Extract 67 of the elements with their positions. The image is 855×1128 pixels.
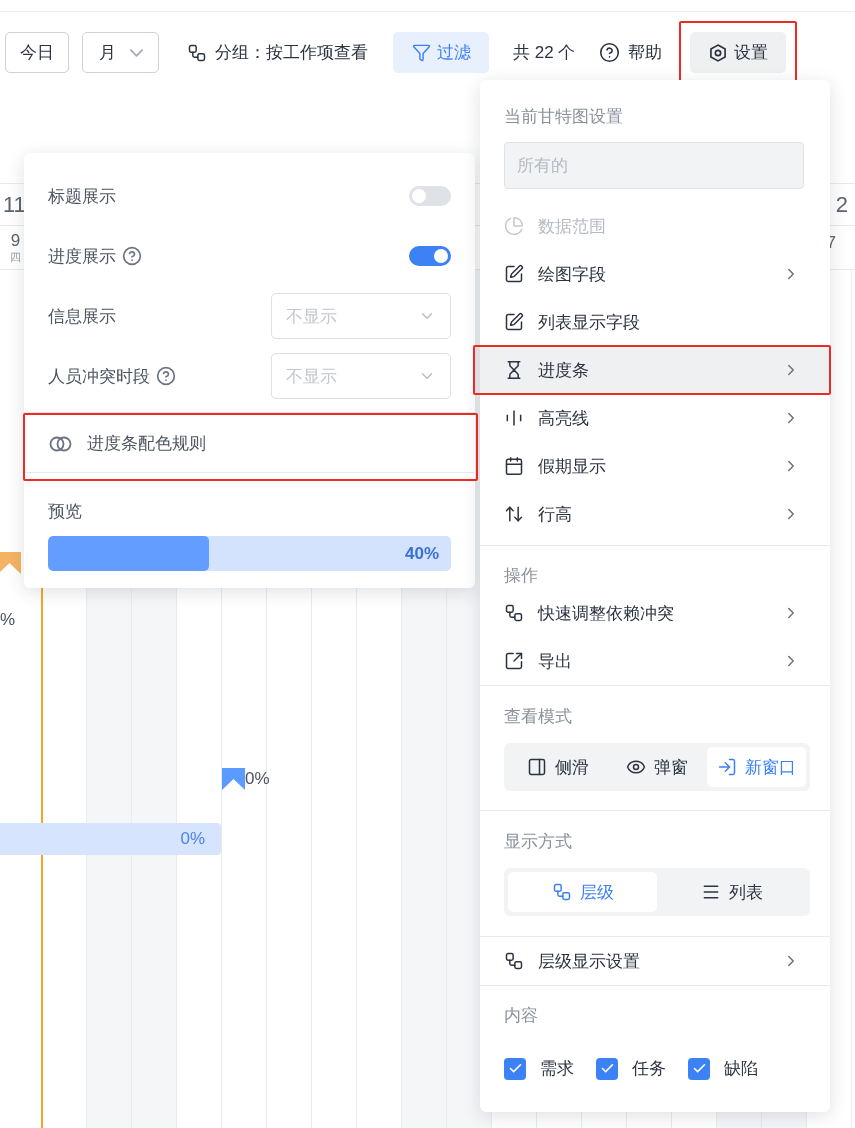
checkbox[interactable] [596,1057,618,1080]
section-title: 操作 [504,565,538,587]
overlapping-circles-icon [49,435,73,452]
chevron-down-icon [129,48,143,57]
toggle-switch[interactable] [409,246,451,266]
menu-item[interactable]: 列表显示字段 [480,298,830,346]
menu-item[interactable]: 导出 [480,637,830,685]
segment-option[interactable]: 侧滑 [508,747,608,787]
eye-icon [626,757,646,777]
menu-item[interactable]: 行高 [480,490,830,538]
menu-title: 当前甘特图设置 [504,106,624,128]
progress-reading: 40% [404,543,439,564]
checkbox-label: 任务 [632,1058,666,1080]
up-down-arrows-icon [504,504,524,524]
setting-label: 人员冲突时段 [48,365,150,388]
vertical-lines-icon [504,408,524,428]
segment-option[interactable]: 层级 [508,872,657,912]
hourglass-icon [504,360,524,380]
help-icon[interactable] [599,42,621,63]
progress-label: 0% [245,769,270,789]
preview-title: 预览 [48,501,83,523]
segment-option[interactable]: 弹窗 [607,747,707,787]
toggle-switch[interactable] [409,186,451,206]
segment-option[interactable]: 新窗口 [706,747,806,787]
segment-option[interactable]: 列表 [657,872,806,912]
section-title: 内容 [504,1005,538,1027]
group-by-label[interactable]: 分组：按工作项查看 [215,41,368,64]
setting-label: 进度展示 [48,245,116,268]
item-count: 共 22 个 [513,42,576,64]
scope-field[interactable]: 所有的 [504,142,804,189]
checkbox[interactable] [688,1057,710,1080]
help-link[interactable]: 帮助 [628,41,663,64]
nodes-icon [504,603,524,623]
edit-icon [504,312,524,332]
section-title: 显示方式 [504,831,572,853]
weekday-label: 四 [10,252,21,263]
enter-icon [716,757,737,777]
group-icon [187,42,207,63]
external-link-icon [504,651,524,671]
menu-item[interactable]: 快速调整依赖冲突 [480,589,830,637]
color-rule-item[interactable]: 进度条配色规则 [25,415,474,473]
pie-chart-icon [504,216,524,236]
checkbox[interactable] [504,1057,526,1080]
hierarchy-icon [551,882,572,902]
filter-icon [411,43,431,62]
menu-item[interactable]: 绘图字段 [480,250,830,298]
section-title: 查看模式 [504,706,572,728]
progress-label: % [0,610,16,630]
menu-item[interactable]: 层级显示设置 [480,937,830,985]
checkbox-label: 缺陷 [724,1058,758,1080]
hierarchy-icon [504,951,524,971]
setting-label: 标题展示 [48,185,116,208]
today-button[interactable]: 今日 [5,32,69,73]
setting-label: 信息展示 [48,305,116,328]
menu-item[interactable]: 高亮线 [480,394,830,442]
checkbox-label: 需求 [540,1058,574,1080]
month-label: 2 [835,191,848,218]
side-panel-icon [526,757,547,777]
edit-icon [504,264,524,284]
settings-icon [708,42,729,63]
calendar-icon [504,456,524,476]
day-number: 9 [10,232,21,249]
settings-button[interactable]: 设置 [690,32,787,73]
month-label: 11 [3,191,26,218]
view-select[interactable]: 月 [82,32,159,73]
progress-label: 0% [180,829,205,849]
menu-item[interactable]: 假期显示 [480,442,830,490]
